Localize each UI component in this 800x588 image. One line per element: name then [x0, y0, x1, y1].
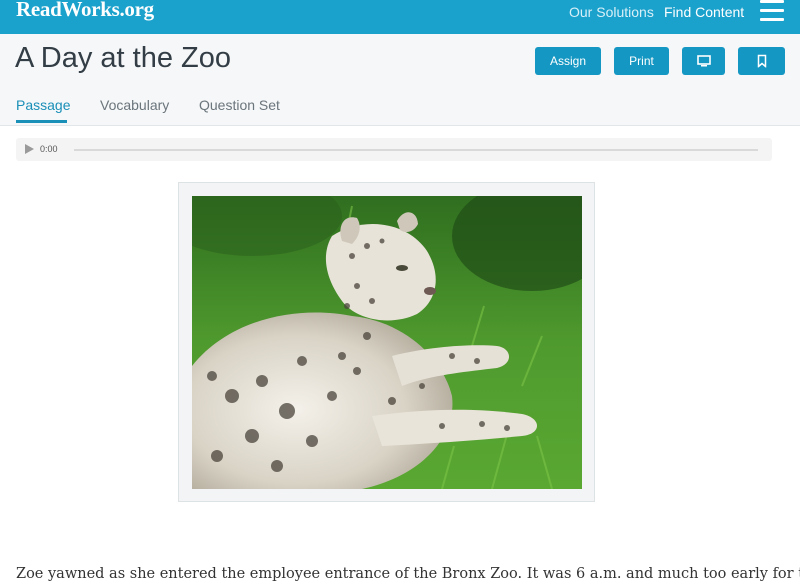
present-button[interactable]	[682, 47, 725, 75]
menu-icon[interactable]	[760, 0, 786, 22]
audio-progress-bar[interactable]	[74, 149, 758, 151]
bookmark-icon	[757, 54, 766, 68]
print-button[interactable]: Print	[614, 47, 669, 75]
passage-figure	[178, 182, 595, 502]
tab-passage[interactable]: Passage	[16, 97, 70, 113]
passage-paragraph: Zoe yawned as she entered the employee e…	[16, 566, 800, 582]
top-navigation-bar: ReadWorks.org Our Solutions Find Content	[0, 0, 800, 34]
audio-player: 0:00	[16, 138, 772, 161]
bookmark-button[interactable]	[738, 47, 785, 75]
assign-button[interactable]: Assign	[535, 47, 601, 75]
page-header: A Day at the Zoo Assign Print Passage Vo…	[0, 34, 800, 126]
tab-vocabulary[interactable]: Vocabulary	[100, 97, 169, 113]
nav-link-our-solutions[interactable]: Our Solutions	[569, 4, 654, 20]
active-tab-indicator	[16, 120, 67, 123]
monitor-icon	[696, 55, 711, 67]
page-title: A Day at the Zoo	[15, 42, 232, 74]
audio-time: 0:00	[40, 144, 58, 154]
snow-leopard-photo	[192, 196, 582, 489]
nav-link-find-content[interactable]: Find Content	[664, 4, 744, 20]
tab-question-set[interactable]: Question Set	[199, 97, 280, 113]
play-icon[interactable]	[25, 144, 34, 154]
readworks-logo[interactable]: ReadWorks.org	[16, 0, 154, 22]
